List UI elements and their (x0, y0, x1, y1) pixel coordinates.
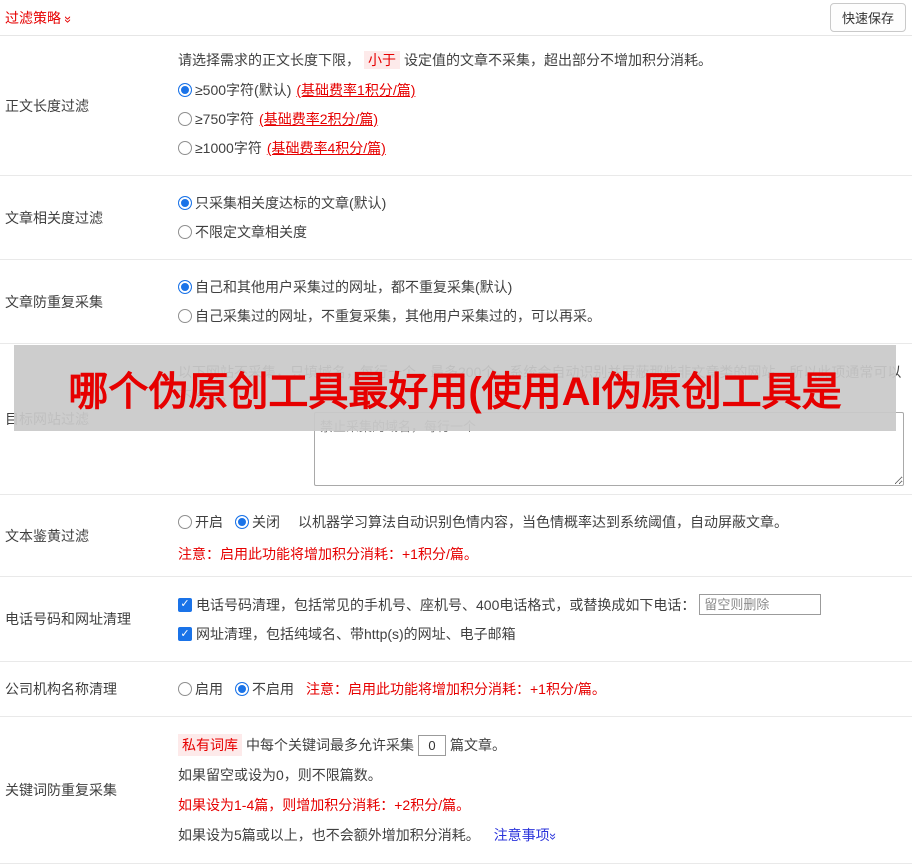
radio-checked-icon[interactable] (178, 83, 192, 97)
porn-filter-description: 以机器学习算法自动识别色情内容，当色情概率达到系统阈值，自动屏蔽文章。 (298, 514, 788, 530)
section-content: 只采集相关度达标的文章(默认) 不限定文章相关度 (178, 176, 912, 259)
radio-unchecked-icon[interactable] (178, 309, 192, 323)
option-label: ≥1000字符 (195, 140, 262, 156)
section-porn-filter: 文本鉴黄过滤 开启 关闭 以机器学习算法自动识别色情内容，当色情概率达到系统阈值… (0, 495, 912, 577)
option-fee: (基础费率2积分/篇) (259, 111, 379, 127)
less-than-highlight: 小于 (364, 51, 400, 69)
option-label: 网址清理，包括纯域名、带http(s)的网址、电子邮箱 (196, 626, 516, 642)
url-cleanup-option[interactable]: 网址清理，包括纯域名、带http(s)的网址、电子邮箱 (178, 624, 904, 644)
section-relevance-filter: 文章相关度过滤 只采集相关度达标的文章(默认) 不限定文章相关度 (0, 176, 912, 260)
page-title[interactable]: 过滤策略 » (5, 8, 77, 28)
radio-checked-icon[interactable] (235, 682, 249, 696)
replacement-phone-input[interactable] (699, 594, 822, 615)
radio-checked-icon[interactable] (178, 280, 192, 294)
relevance-option-any[interactable]: 不限定文章相关度 (178, 222, 904, 242)
section-dedup-collection: 文章防重复采集 自己和其他用户采集过的网址，都不重复采集(默认) 自己采集过的网… (0, 260, 912, 344)
section-keyword-dedup: 关键词防重复采集 私有词库 中每个关键词最多允许采集 篇文章。 如果留空或设为0… (0, 717, 912, 864)
keyword-limit-suffix: 篇文章。 (450, 737, 506, 753)
porn-option-on[interactable]: 开启 (178, 512, 223, 532)
radio-checked-icon[interactable] (235, 515, 249, 529)
option-label: 自己采集过的网址，不重复采集，其他用户采集过的，可以再采。 (195, 308, 601, 324)
option-fee: (基础费率4积分/篇) (266, 140, 386, 156)
company-option-enable[interactable]: 启用 (178, 679, 223, 699)
section-label: 文章相关度过滤 (5, 209, 103, 226)
section-label: 公司机构名称清理 (5, 681, 117, 697)
radio-unchecked-icon[interactable] (178, 141, 192, 155)
option-label: 只采集相关度达标的文章(默认) (195, 195, 387, 211)
option-label: 电话号码清理，包括常见的手机号、座机号、400电话格式，或替换成如下电话： (196, 596, 696, 613)
radio-unchecked-icon[interactable] (178, 112, 192, 126)
section-content: 私有词库 中每个关键词最多允许采集 篇文章。 如果留空或设为0，则不限篇数。 如… (178, 717, 912, 863)
porn-option-off[interactable]: 关闭 (235, 512, 280, 532)
relevance-option-strict[interactable]: 只采集相关度达标的文章(默认) (178, 193, 904, 213)
watermark-overlay-text: 哪个伪原创工具最好用(使用AI伪原创工具是 (68, 370, 842, 414)
section-content: 启用 不启用 注意：启用此功能将增加积分消耗：+1积分/篇。 (178, 662, 912, 716)
private-lexicon-tag: 私有词库 (178, 734, 242, 756)
radio-unchecked-icon[interactable] (178, 682, 192, 696)
radio-unchecked-icon[interactable] (178, 515, 192, 529)
filter-settings-page: 过滤策略 » 快速保存 正文长度过滤 请选择需求的正文长度下限， 小于 设定值的文章… (0, 0, 912, 864)
dedup-option-self[interactable]: 自己采集过的网址，不重复采集，其他用户采集过的，可以再采。 (178, 306, 904, 326)
option-label: 开启 (195, 514, 223, 530)
length-option-500[interactable]: ≥500字符(默认) (基础费率1积分/篇) (178, 80, 904, 100)
double-chevron-down-icon: » (545, 832, 561, 841)
company-cleanup-cost-note: 注意：启用此功能将增加积分消耗：+1积分/篇。 (306, 681, 606, 697)
quick-save-button[interactable]: 快速保存 (829, 3, 906, 32)
option-label: 关闭 (252, 514, 280, 530)
option-label: ≥500字符(默认) (195, 82, 292, 98)
checkbox-checked-icon[interactable] (178, 627, 192, 641)
keyword-note-five-plus: 如果设为5篇或以上，也不会额外增加积分消耗。 注意事项» (178, 827, 561, 843)
section-company-name-cleanup: 公司机构名称清理 启用 不启用 注意：启用此功能将增加积分消耗：+1积分/篇。 (0, 662, 912, 717)
section-phone-url-cleanup: 电话号码和网址清理 电话号码清理，包括常见的手机号、座机号、400电话格式，或替… (0, 577, 912, 662)
section-text-length-filter: 正文长度过滤 请选择需求的正文长度下限， 小于 设定值的文章不采集，超出部分不增加积… (0, 36, 912, 176)
section-label: 电话号码和网址清理 (5, 611, 131, 627)
length-intro: 请选择需求的正文长度下限， 小于 设定值的文章不采集，超出部分不增加积分消耗。 (178, 51, 712, 69)
section-label: 正文长度过滤 (5, 97, 89, 114)
length-option-1000[interactable]: ≥1000字符 (基础费率4积分/篇) (178, 138, 904, 158)
radio-checked-icon[interactable] (178, 196, 192, 210)
page-title-text: 过滤策略 (5, 9, 61, 26)
company-cleanup-options: 启用 不启用 注意：启用此功能将增加积分消耗：+1积分/篇。 (178, 679, 606, 699)
section-label: 文章防重复采集 (5, 293, 103, 310)
option-label: 不启用 (252, 681, 294, 697)
option-label: 不限定文章相关度 (195, 224, 307, 240)
keyword-note-unlimited: 如果留空或设为0，则不限篇数。 (178, 767, 382, 783)
section-content: 请选择需求的正文长度下限， 小于 设定值的文章不采集，超出部分不增加积分消耗。 ≥5… (178, 36, 912, 175)
notice-link[interactable]: 注意事项» (494, 827, 561, 843)
phone-cleanup-option[interactable]: 电话号码清理，包括常见的手机号、座机号、400电话格式，或替换成如下电话： (178, 594, 904, 615)
section-label: 关键词防重复采集 (5, 782, 117, 798)
section-label: 文本鉴黄过滤 (5, 527, 89, 544)
length-option-750[interactable]: ≥750字符 (基础费率2积分/篇) (178, 109, 904, 129)
option-fee: (基础费率1积分/篇) (296, 82, 416, 98)
dedup-option-global[interactable]: 自己和其他用户采集过的网址，都不重复采集(默认) (178, 277, 904, 297)
option-label: ≥750字符 (195, 111, 255, 127)
header-bar: 过滤策略 » 快速保存 (0, 0, 912, 36)
section-content: 电话号码清理，包括常见的手机号、座机号、400电话格式，或替换成如下电话： 网址… (178, 577, 912, 661)
checkbox-checked-icon[interactable] (178, 597, 192, 612)
max-articles-input[interactable] (418, 734, 446, 756)
double-chevron-down-icon: » (61, 15, 77, 23)
company-option-disable[interactable]: 不启用 (235, 679, 294, 699)
option-label: 自己和其他用户采集过的网址，都不重复采集(默认) (195, 279, 513, 295)
section-content: 自己和其他用户采集过的网址，都不重复采集(默认) 自己采集过的网址，不重复采集，… (178, 260, 912, 343)
keyword-note-cost: 如果设为1-4篇，则增加积分消耗：+2积分/篇。 (178, 797, 471, 813)
keyword-limit-line: 私有词库 中每个关键词最多允许采集 篇文章。 (178, 734, 904, 756)
porn-filter-options: 开启 关闭 以机器学习算法自动识别色情内容，当色情概率达到系统阈值，自动屏蔽文章… (178, 512, 904, 532)
section-content: 开启 关闭 以机器学习算法自动识别色情内容，当色情概率达到系统阈值，自动屏蔽文章… (178, 495, 912, 576)
watermark-overlay-banner: 哪个伪原创工具最好用(使用AI伪原创工具是 (14, 345, 896, 431)
porn-filter-cost-note: 注意：启用此功能将增加积分消耗：+1积分/篇。 (178, 546, 478, 562)
radio-unchecked-icon[interactable] (178, 225, 192, 239)
keyword-limit-text: 中每个关键词最多允许采集 (246, 737, 414, 753)
option-label: 启用 (195, 681, 223, 697)
